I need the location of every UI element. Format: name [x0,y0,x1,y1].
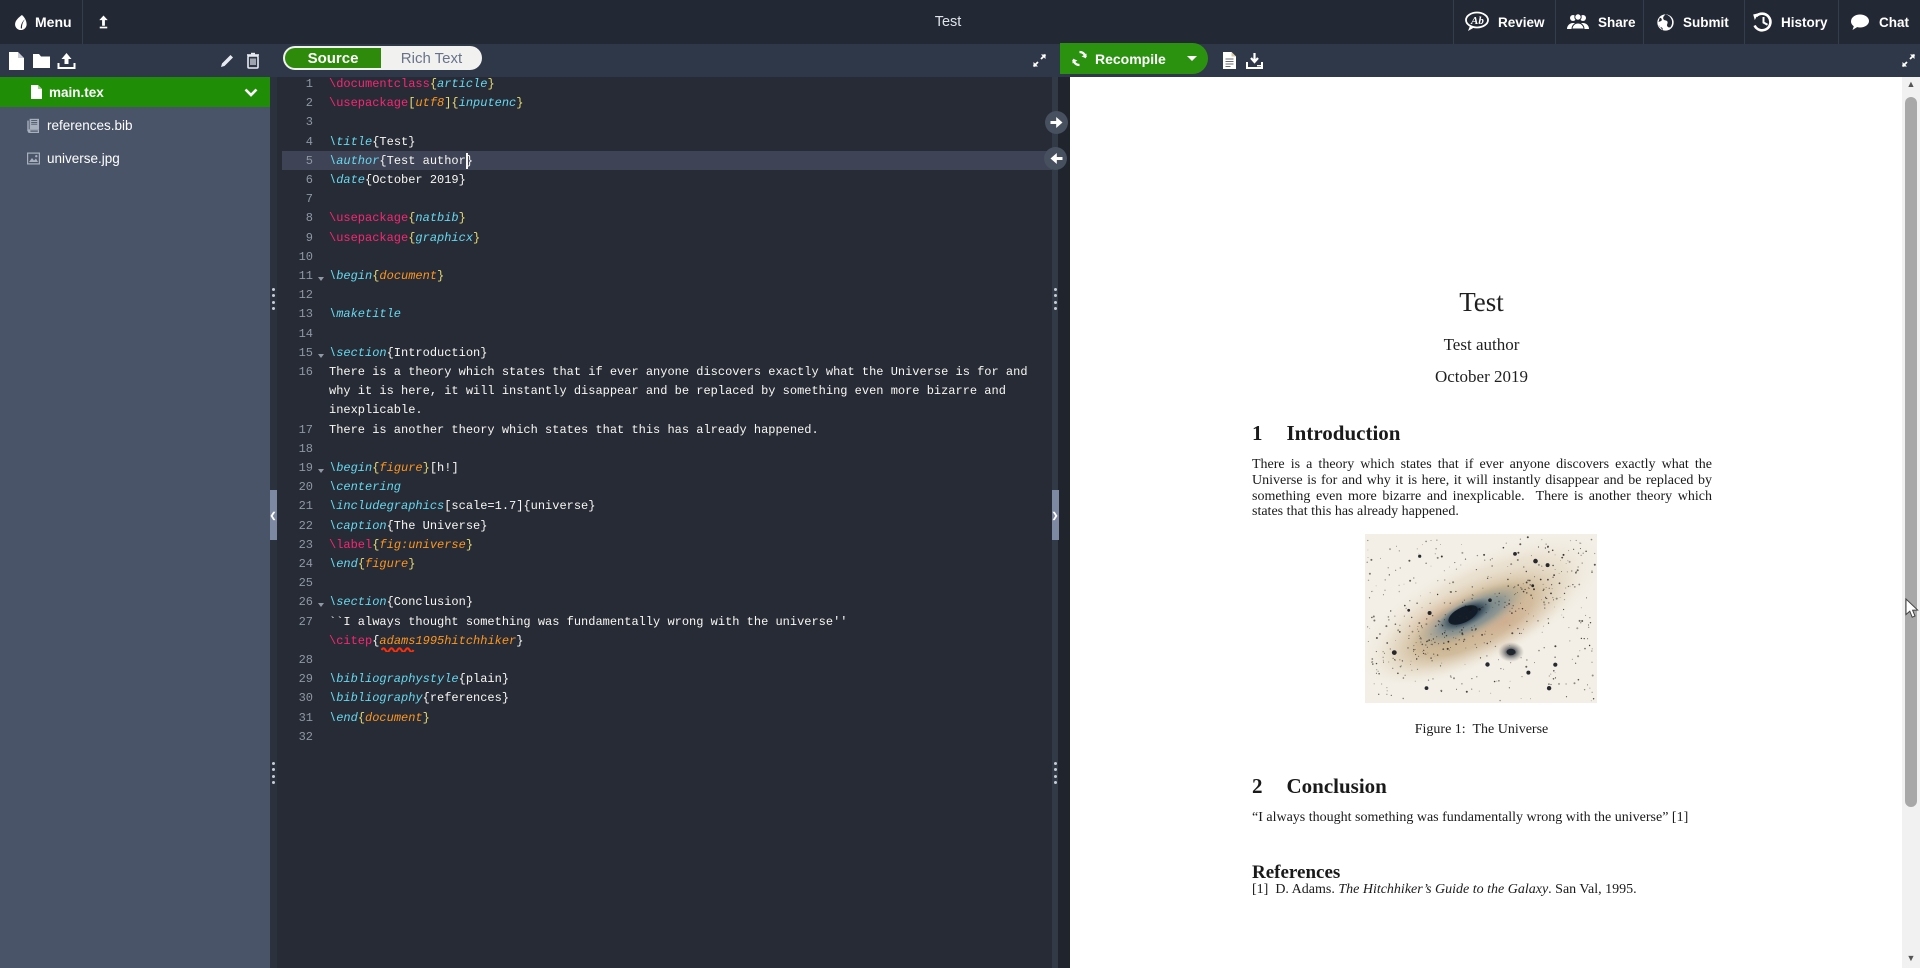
svg-text:Ab: Ab [1470,15,1484,27]
